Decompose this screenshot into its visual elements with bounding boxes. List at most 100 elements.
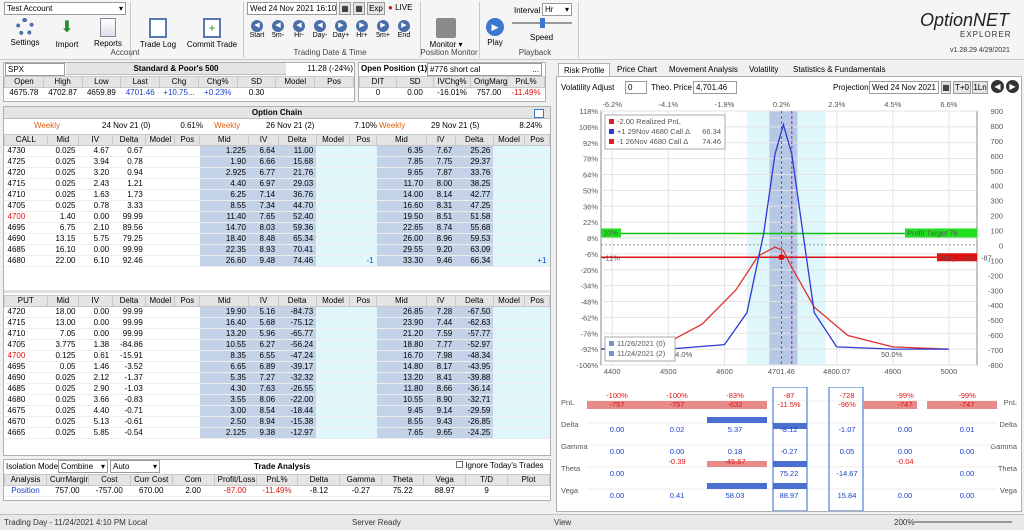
exp1-value: 4.67 <box>78 145 113 157</box>
exp3-value: 7.87 <box>426 167 456 179</box>
nav-label: Day+ <box>332 32 350 39</box>
expiry-1[interactable]: Weekly 26 Nov 21 (2) 7.10% <box>214 121 379 130</box>
put-row[interactable]: 4665 0.025 5.85 -0.54 2.125 9.38 -12.97 7.65 9.6… <box>4 427 550 439</box>
nav-4-button[interactable]: ▶ Day+ <box>331 20 351 39</box>
put-row[interactable]: 4685 0.025 2.90 -1.03 4.30 7.63 -26.55 11.80 8.6… <box>4 383 550 395</box>
tab-1[interactable]: Price Chart <box>612 63 662 76</box>
nav-1-button[interactable]: ◀ 5m- <box>268 20 288 39</box>
nav-arrow-icon: ▶ <box>377 20 389 32</box>
play-button[interactable]: ▶ Play <box>482 18 508 47</box>
exp2-pos <box>349 405 377 417</box>
exp1-value: 0.025 <box>47 189 79 201</box>
strike: 4680 <box>4 394 48 406</box>
exp2-value: 1.90 <box>199 156 249 168</box>
account-select[interactable]: Test Account ▾ <box>4 2 126 15</box>
greek-gamma: 0.00 <box>670 447 685 456</box>
call-row[interactable]: 4730 0.025 4.67 0.67 1.225 6.64 11.00 6.35 7.67 2… <box>4 145 550 157</box>
put-row[interactable]: 4695 0.05 1.46 -3.52 6.65 6.89 -39.17 14.80 8.17… <box>4 361 550 373</box>
call-row[interactable]: 4705 0.025 0.78 3.33 8.55 7.34 44.70 16.60 8.31 4… <box>4 200 550 212</box>
nav-5-button[interactable]: ▶ Hr+ <box>352 20 372 39</box>
calendar-icon[interactable]: ▦ <box>339 2 351 15</box>
speed-slider-thumb[interactable] <box>540 18 545 28</box>
call-row[interactable]: 4720 0.025 3.20 0.94 2.925 6.77 21.76 9.65 7.87 3… <box>4 167 550 179</box>
call-row[interactable]: 4700 1.40 0.00 99.99 11.40 7.65 52.40 19.50 8.51… <box>4 211 550 223</box>
theo-price-input[interactable]: 4,701.46 <box>693 81 737 94</box>
projection-calendar-icon[interactable]: ▦ <box>941 81 951 94</box>
back-arrow-icon[interactable]: ◀ <box>991 80 1004 93</box>
exp1-value: 0.025 <box>47 372 79 384</box>
risk-chart[interactable]: 118% 106% 92% 78% 64% 50% 36% 22% 8% -6% -20% -34% -… <box>557 97 1021 387</box>
put-row[interactable]: 4715 13.00 0.00 99.99 16.40 5.68 -75.12 23.90 7.… <box>4 317 550 329</box>
exp1-value: 92.46 <box>112 255 146 267</box>
greek-label: Delta <box>561 420 579 429</box>
nav-7-button[interactable]: ▶ End <box>394 20 414 39</box>
vol-adjust-input[interactable]: 0 <box>625 81 647 94</box>
position-value-0: 0 <box>359 87 397 99</box>
forward-arrow-icon[interactable]: ▶ <box>1006 80 1019 93</box>
put-row[interactable]: 4675 0.025 4.40 -0.71 3.00 8.54 -18.44 9.45 9.14… <box>4 405 550 417</box>
put-row[interactable]: 4700 0.125 0.61 -15.91 8.35 6.55 -47.24 16.70 7.… <box>4 350 550 362</box>
call-row[interactable]: 4680 22.00 6.10 92.46 26.60 9.48 74.46 -1 33.30 9… <box>4 255 550 267</box>
exp2-value: 26.60 <box>199 255 249 267</box>
tab-0[interactable]: Risk Profile <box>558 63 611 76</box>
tab-3[interactable]: Volatility <box>744 63 783 76</box>
put-row[interactable]: 4710 7.05 0.00 99.99 13.20 5.96 -65.77 21.20 7.5… <box>4 328 550 340</box>
exp1-value: 0.025 <box>47 383 79 395</box>
expiry-0[interactable]: Weekly 24 Nov 21 (0) 0.61% <box>34 121 203 130</box>
monitor-button[interactable]: Monitor ▾ <box>425 18 467 49</box>
reports-button[interactable]: Reports <box>90 18 126 48</box>
nav-0-button[interactable]: ◀ Start <box>247 20 267 39</box>
quote-value-5: +0.23% <box>198 87 238 99</box>
grid-icon[interactable]: ▦ <box>353 2 365 15</box>
symbol-input[interactable]: SPX <box>5 63 65 76</box>
nav-2-button[interactable]: ◀ Hr- <box>289 20 309 39</box>
1ln-button[interactable]: 1Ln <box>972 81 988 94</box>
live-indicator[interactable]: ● LIVE <box>388 3 412 12</box>
isolation-select[interactable]: Combine ▾ <box>58 460 108 473</box>
call-row[interactable]: 4710 0.025 1.63 1.73 6.25 7.14 36.76 14.00 8.14 4… <box>4 189 550 201</box>
split-bar[interactable] <box>4 290 550 293</box>
strike: 4715 <box>4 178 48 190</box>
analysis-header-9: Theta <box>381 474 425 486</box>
greek-delta: 0.01 <box>960 425 975 434</box>
strike: 4685 <box>4 244 48 256</box>
trade-log-button[interactable]: Trade Log <box>138 18 178 49</box>
exp-button[interactable]: Exp <box>367 2 385 15</box>
exp3-value: 8.14 <box>426 189 456 201</box>
put-row[interactable]: 4705 3.775 1.38 -84.86 10.55 6.27 -56.24 18.80 7… <box>4 339 550 351</box>
tab-4[interactable]: Statistics & Fundamentals <box>788 63 890 76</box>
commit-trade-button[interactable]: + Commit Trade <box>186 18 238 49</box>
zoom-slider[interactable] <box>912 521 1012 523</box>
interval-select[interactable]: Hr ▾ <box>542 3 572 16</box>
exp2-value: 7.14 <box>248 189 279 201</box>
position-table: DITSDIVChg%OrigMarginPnL% 00.00-16.01%757… <box>359 76 545 99</box>
settings-button[interactable]: Settings <box>8 18 42 47</box>
ignore-trades-checkbox[interactable]: Ignore Today's Trades <box>456 461 544 470</box>
nav-3-button[interactable]: ◀ Day- <box>310 20 330 39</box>
put-row[interactable]: 4690 0.025 2.12 -1.37 5.35 7.27 -32.32 13.20 8.4… <box>4 372 550 384</box>
datetime-input[interactable]: Wed 24 Nov 2021 16:10 <box>247 2 337 15</box>
call-row[interactable]: 4725 0.025 3.94 0.78 1.90 6.66 15.68 7.85 7.75 29… <box>4 156 550 168</box>
call-row[interactable]: 4715 0.025 2.43 1.21 4.40 6.97 29.03 11.70 8.00 3… <box>4 178 550 190</box>
put-row[interactable]: 4720 18.00 0.00 99.99 19.90 5.16 -84.73 26.85 7.… <box>4 306 550 318</box>
strike: 4710 <box>4 189 48 201</box>
greek-theta_top: -45.67 <box>724 457 745 466</box>
tab-2[interactable]: Movement Analysis <box>664 63 743 76</box>
chain-col-header: Delta <box>111 134 147 146</box>
put-row[interactable]: 4670 0.025 5.13 -0.61 2.50 8.94 -15.38 8.55 9.43… <box>4 416 550 428</box>
call-row[interactable]: 4695 6.75 2.10 89.56 14.70 8.03 59.36 22.65 8.74… <box>4 222 550 234</box>
auto-select[interactable]: Auto ▾ <box>110 460 160 473</box>
reports-icon <box>100 18 116 37</box>
import-button[interactable]: ⬇ Import <box>50 18 84 49</box>
expiry-2[interactable]: Weekly 29 Nov 21 (5) 8.24% <box>379 121 544 130</box>
chain-col-header: Model <box>145 295 176 307</box>
projection-input[interactable]: Wed 24 Nov 2021 <box>869 81 939 94</box>
position-select[interactable]: #776 short cal... <box>427 63 542 76</box>
call-row[interactable]: 4690 13.15 5.75 79.25 18.40 8.48 65.34 26.00 8.9… <box>4 233 550 245</box>
search-icon[interactable] <box>534 109 544 118</box>
put-row[interactable]: 4680 0.025 3.66 -0.83 3.55 8.06 -22.00 10.55 8.9… <box>4 394 550 406</box>
nav-6-button[interactable]: ▶ 5m+ <box>373 20 393 39</box>
x-tick: 4400 <box>604 367 621 376</box>
call-row[interactable]: 4685 16.10 0.00 99.99 22.35 8.93 70.41 29.55 9.2… <box>4 244 550 256</box>
t0-button[interactable]: T+0 <box>953 81 971 94</box>
